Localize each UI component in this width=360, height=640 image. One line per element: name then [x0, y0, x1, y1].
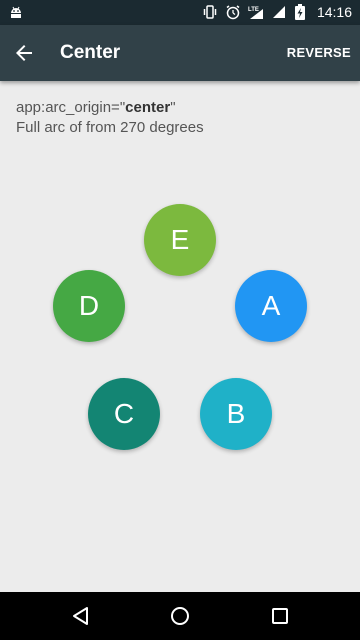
status-time: 14:16 [316, 4, 352, 20]
back-triangle-icon[interactable] [69, 604, 93, 628]
arc-button-b[interactable]: B [200, 378, 272, 450]
navigation-bar [0, 592, 360, 640]
signal-icon [271, 4, 287, 20]
home-circle-icon[interactable] [168, 604, 192, 628]
recents-square-icon[interactable] [268, 604, 292, 628]
back-arrow-icon[interactable] [12, 41, 36, 65]
lte-icon: LTE [248, 4, 264, 20]
battery-charging-icon [294, 4, 310, 20]
android-debug-icon [8, 4, 24, 25]
arc-degrees-line: Full arc of from 270 degrees [16, 119, 204, 136]
arc-origin-line: app:arc_origin="center" [16, 99, 176, 116]
reverse-button[interactable]: REVERSE [287, 45, 351, 61]
arc-button-c[interactable]: C [88, 378, 160, 450]
vibrate-icon [202, 4, 218, 20]
status-bar: LTE 14:16 [0, 0, 360, 25]
description: app:arc_origin="center" Full arc of from… [16, 98, 204, 138]
arc-button-e[interactable]: E [144, 204, 216, 276]
alarm-icon [225, 4, 241, 20]
page-title: Center [60, 42, 121, 63]
app-bar: Center REVERSE [0, 25, 360, 81]
arc-button-a[interactable]: A [235, 270, 307, 342]
svg-text:LTE: LTE [248, 7, 259, 13]
arc-origin-value: center [125, 99, 171, 116]
arc-button-d[interactable]: D [53, 270, 125, 342]
